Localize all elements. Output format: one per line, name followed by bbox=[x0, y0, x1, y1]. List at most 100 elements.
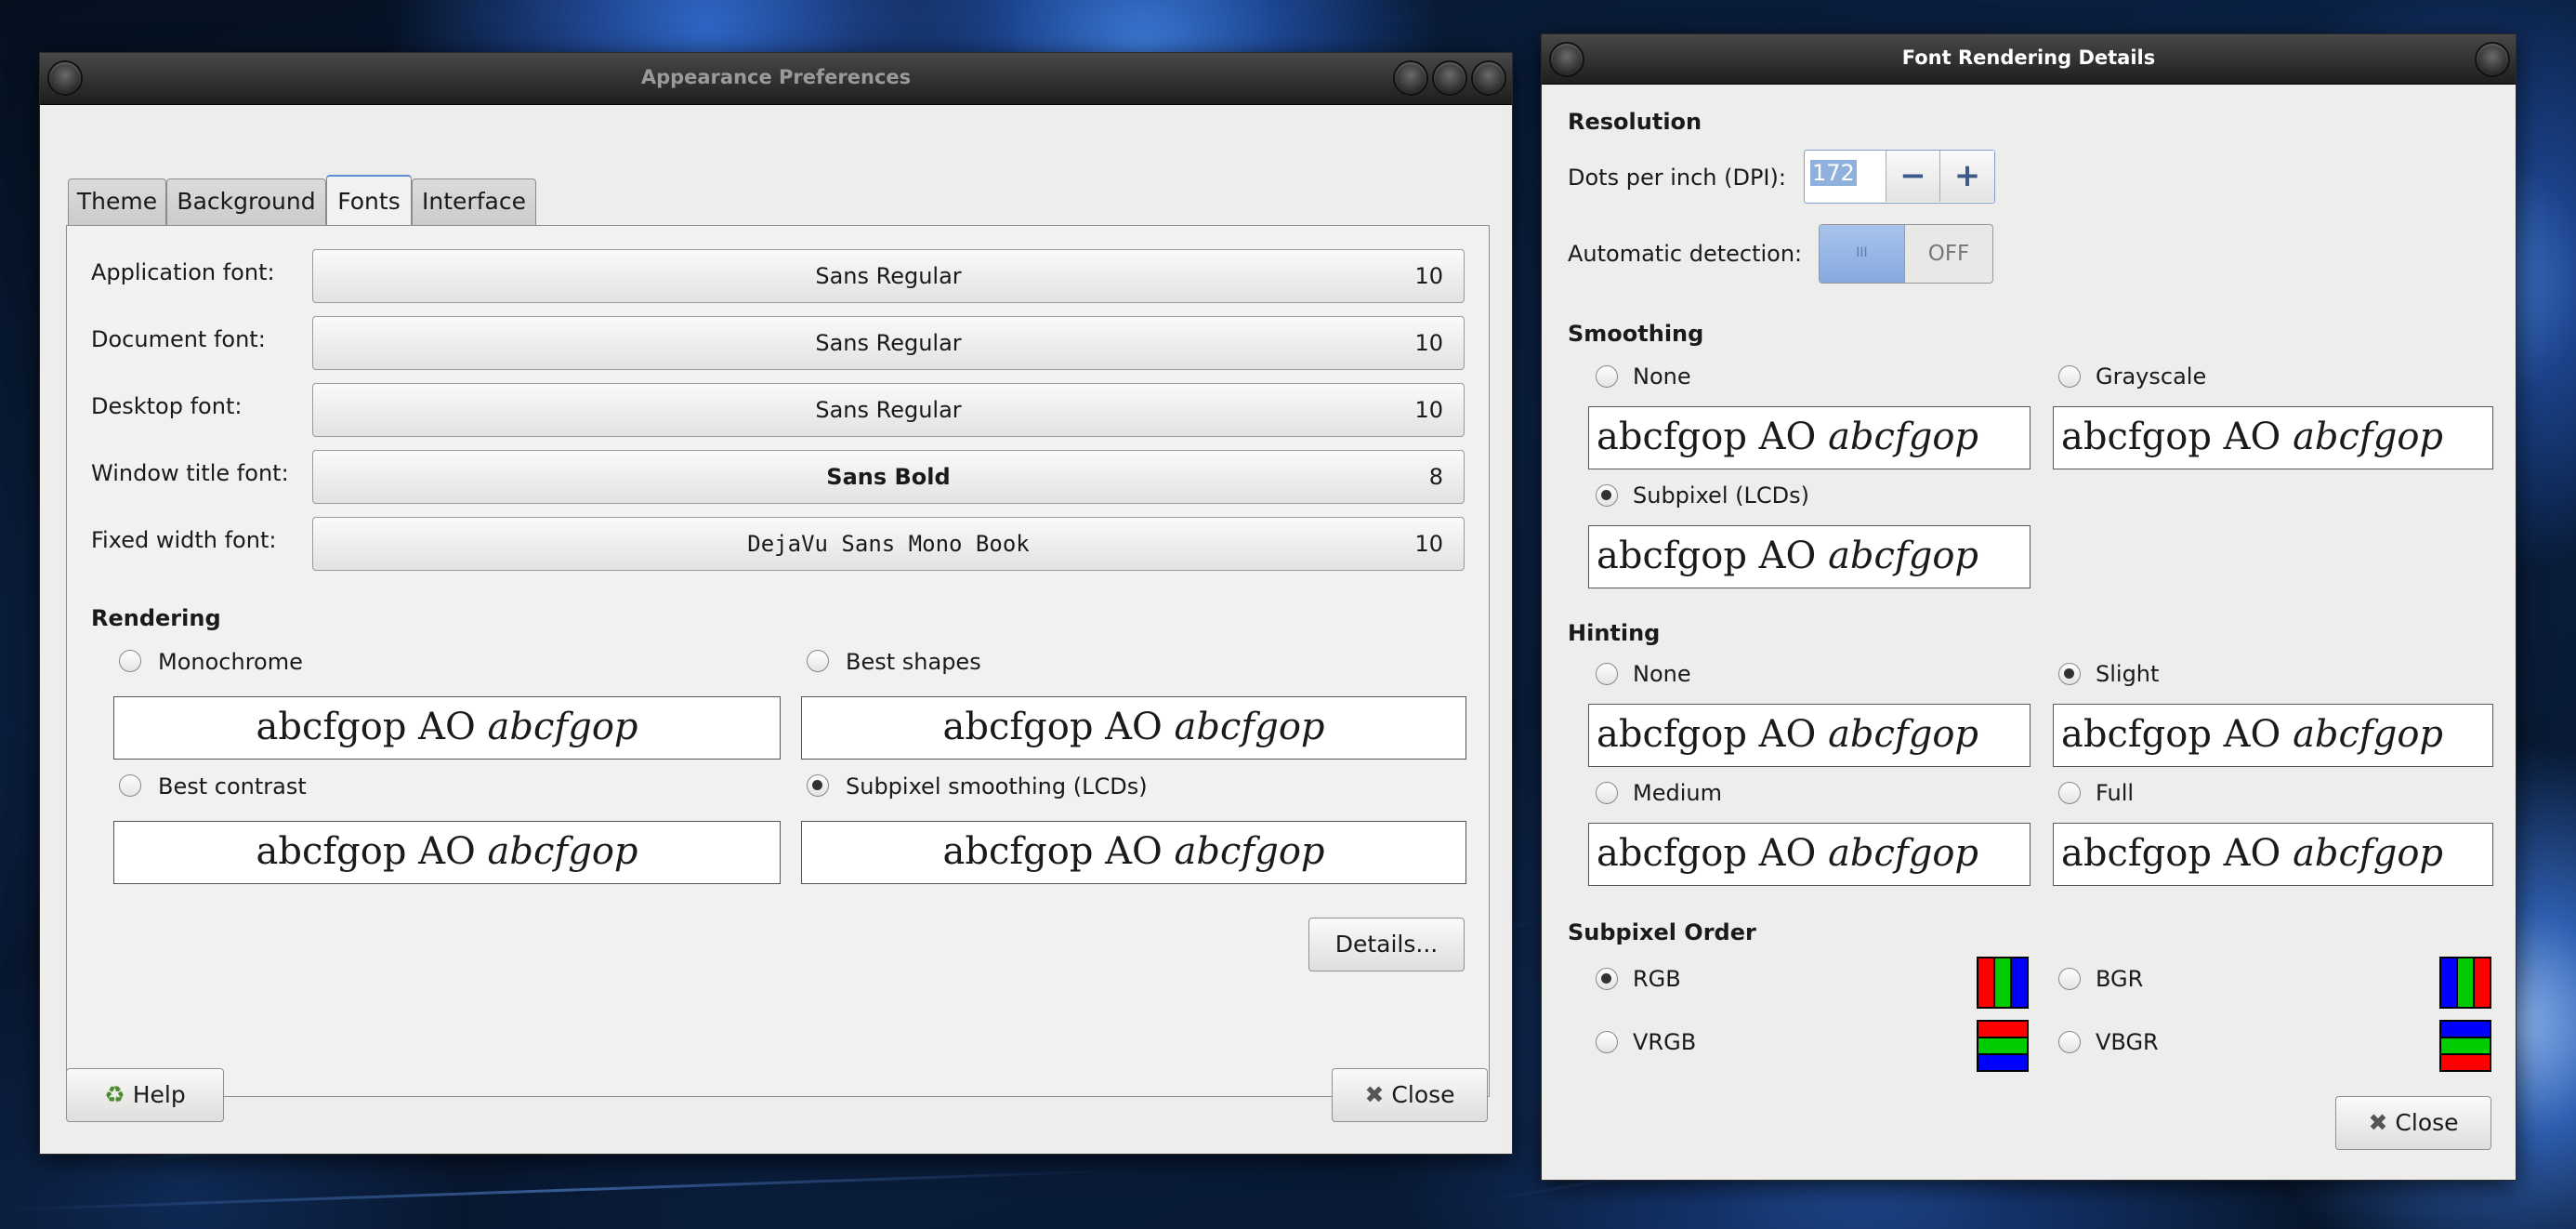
sample-regular: abcfgop AO bbox=[2061, 416, 2293, 458]
best-contrast-preview: abcfgop AO abcfgop bbox=[113, 821, 781, 884]
bgr-label[interactable]: BGR bbox=[2096, 966, 2143, 992]
vrgb-radio[interactable] bbox=[1596, 1031, 1618, 1053]
best-contrast-radio[interactable] bbox=[119, 774, 141, 797]
hinting-slight-radio[interactable] bbox=[2058, 663, 2081, 685]
best-contrast-label[interactable]: Best contrast bbox=[158, 773, 307, 800]
monochrome-label[interactable]: Monochrome bbox=[158, 649, 303, 675]
close-window-button[interactable] bbox=[2475, 42, 2510, 77]
grayscale-label[interactable]: Grayscale bbox=[2096, 363, 2206, 390]
vbgr-radio[interactable] bbox=[2058, 1031, 2081, 1053]
subpixel-smoothing-preview: abcfgop AO abcfgop bbox=[801, 821, 1466, 884]
sample-italic: abcfgop bbox=[1174, 706, 1325, 748]
close-button[interactable]: ✖ Close bbox=[1332, 1068, 1488, 1122]
swatch-stripe bbox=[1978, 1022, 2027, 1038]
subpixel-smoothing-radio[interactable] bbox=[807, 774, 829, 797]
hinting-medium-label[interactable]: Medium bbox=[1633, 780, 1722, 806]
subpixel-lcd-radio[interactable] bbox=[1596, 484, 1618, 507]
subpixel-lcd-label[interactable]: Subpixel (LCDs) bbox=[1633, 482, 1809, 509]
font-size: 10 bbox=[1414, 330, 1443, 356]
tab-fonts[interactable]: Fonts bbox=[326, 175, 412, 227]
automatic-detection-label: Automatic detection: bbox=[1568, 241, 1803, 267]
best-shapes-preview: abcfgop AO abcfgop bbox=[801, 696, 1466, 760]
best-shapes-radio[interactable] bbox=[807, 650, 829, 672]
application-font-button[interactable]: Sans Regular 10 bbox=[312, 249, 1465, 303]
help-button[interactable]: ♻ Help bbox=[66, 1068, 224, 1122]
swatch-stripe bbox=[1978, 1055, 2027, 1070]
sample-regular: abcfgop AO bbox=[1597, 713, 1829, 756]
hinting-slight-label[interactable]: Slight bbox=[2096, 661, 2159, 687]
toggle-handle: III bbox=[1820, 225, 1905, 283]
toggle-grip: III bbox=[1856, 245, 1868, 260]
details-button[interactable]: Details... bbox=[1308, 918, 1465, 971]
monochrome-radio[interactable] bbox=[119, 650, 141, 672]
tab-theme[interactable]: Theme bbox=[68, 178, 166, 225]
details-close-button[interactable]: ✖ Close bbox=[2335, 1096, 2491, 1150]
dpi-value: 172 bbox=[1810, 160, 1857, 186]
window-title: Font Rendering Details bbox=[1901, 46, 2156, 69]
sample-regular: abcfgop AO bbox=[2061, 832, 2293, 875]
sample-regular: abcfgop AO bbox=[1597, 832, 1829, 875]
rgb-label[interactable]: RGB bbox=[1633, 966, 1681, 992]
sample-italic: abcfgop bbox=[1174, 830, 1325, 873]
sample-italic: abcfgop bbox=[1828, 832, 1979, 875]
application-font-label: Application font: bbox=[91, 259, 275, 285]
hinting-none-label[interactable]: None bbox=[1633, 661, 1691, 687]
dpi-input[interactable]: 172 bbox=[1805, 151, 1886, 202]
grayscale-radio[interactable] bbox=[2058, 365, 2081, 388]
swatch-stripe bbox=[2458, 958, 2475, 1007]
subpixel-smoothing-label[interactable]: Subpixel smoothing (LCDs) bbox=[846, 773, 1148, 800]
close-window-button[interactable] bbox=[1471, 60, 1506, 96]
toggle-off-label: OFF bbox=[1927, 242, 1970, 266]
vrgb-label[interactable]: VRGB bbox=[1633, 1029, 1696, 1055]
minimize-button[interactable] bbox=[1393, 60, 1428, 96]
bgr-radio[interactable] bbox=[2058, 968, 2081, 990]
best-shapes-label[interactable]: Best shapes bbox=[846, 649, 981, 675]
automatic-detection-toggle[interactable]: III OFF bbox=[1819, 224, 1993, 284]
sample-italic: abcfgop bbox=[1828, 535, 1979, 577]
appearance-preferences-window: Appearance Preferences Theme Background … bbox=[39, 52, 1513, 1155]
sample-italic: abcfgop bbox=[1828, 713, 1979, 756]
sample-regular: abcfgop AO bbox=[942, 706, 1175, 748]
sample-regular: abcfgop AO bbox=[256, 830, 488, 873]
window-title: Appearance Preferences bbox=[640, 66, 912, 88]
fonts-tab-pane: Application font: Sans Regular 10 Docume… bbox=[66, 225, 1490, 1097]
appearance-titlebar[interactable]: Appearance Preferences bbox=[40, 53, 1512, 105]
document-font-label: Document font: bbox=[91, 326, 266, 352]
tab-interface[interactable]: Interface bbox=[412, 178, 536, 225]
subpixel-order-heading: Subpixel Order bbox=[1568, 919, 1756, 945]
font-size: 10 bbox=[1414, 263, 1443, 289]
hinting-full-radio[interactable] bbox=[2058, 782, 2081, 804]
smoothing-none-radio[interactable] bbox=[1596, 365, 1618, 388]
dpi-decrease-button[interactable]: − bbox=[1886, 151, 1940, 202]
vbgr-label[interactable]: VBGR bbox=[2096, 1029, 2159, 1055]
hinting-medium-radio[interactable] bbox=[1596, 782, 1618, 804]
plus-icon: + bbox=[1953, 157, 1981, 194]
font-size: 10 bbox=[1414, 531, 1443, 557]
dpi-spinbutton[interactable]: 172 − + bbox=[1804, 150, 1995, 204]
window-title-font-button[interactable]: Sans Bold 8 bbox=[312, 450, 1465, 504]
window-title-font-label: Window title font: bbox=[91, 460, 289, 486]
smoothing-heading: Smoothing bbox=[1568, 321, 1704, 347]
smoothing-none-label[interactable]: None bbox=[1633, 363, 1691, 390]
hinting-slight-preview: abcfgop AO abcfgop bbox=[2053, 704, 2493, 767]
details-titlebar[interactable]: Font Rendering Details bbox=[1542, 34, 2516, 85]
hinting-full-label[interactable]: Full bbox=[2096, 780, 2134, 806]
rgb-radio[interactable] bbox=[1596, 968, 1618, 990]
maximize-button[interactable] bbox=[1432, 60, 1467, 96]
dpi-increase-button[interactable]: + bbox=[1940, 151, 1994, 202]
desktop-font-label: Desktop font: bbox=[91, 393, 243, 419]
tab-background[interactable]: Background bbox=[166, 178, 326, 225]
document-font-button[interactable]: Sans Regular 10 bbox=[312, 316, 1465, 370]
smoothing-none-preview: abcfgop AO abcfgop bbox=[1588, 406, 2031, 469]
swatch-stripe bbox=[2012, 958, 2027, 1007]
sample-regular: abcfgop AO bbox=[1597, 416, 1829, 458]
grayscale-preview: abcfgop AO abcfgop bbox=[2053, 406, 2493, 469]
desktop-font-button[interactable]: Sans Regular 10 bbox=[312, 383, 1465, 437]
sample-italic: abcfgop bbox=[487, 830, 638, 873]
hinting-none-radio[interactable] bbox=[1596, 663, 1618, 685]
bgr-swatch bbox=[2439, 957, 2491, 1009]
fixed-width-font-button[interactable]: DejaVu Sans Mono Book 10 bbox=[312, 517, 1465, 571]
rgb-swatch bbox=[1977, 957, 2029, 1009]
font-size: 8 bbox=[1428, 464, 1443, 490]
vrgb-swatch bbox=[1977, 1020, 2029, 1072]
